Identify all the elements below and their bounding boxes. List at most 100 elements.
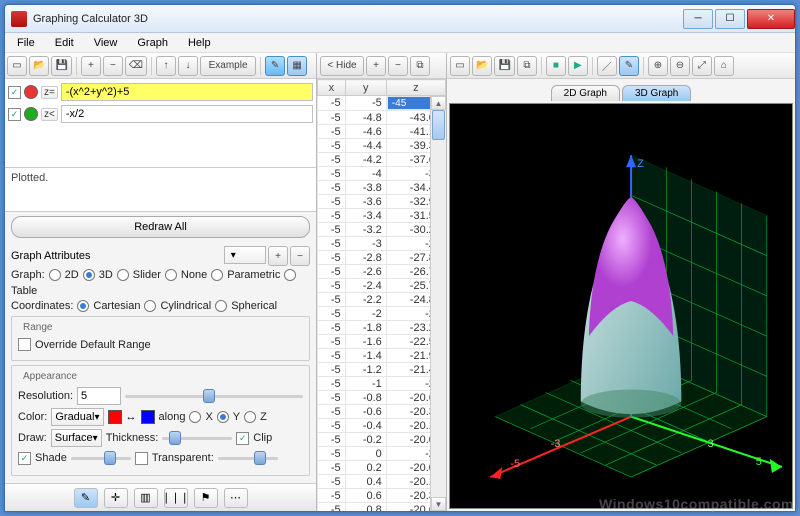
attrib-add-button[interactable]: + (268, 246, 288, 266)
minimize-button[interactable]: ─ (683, 9, 713, 29)
radio-along-y[interactable] (217, 411, 229, 423)
resolution-slider[interactable] (125, 388, 303, 404)
open-button[interactable]: 📂 (29, 56, 49, 76)
radio-none[interactable] (165, 269, 177, 281)
play-button[interactable]: ▶ (568, 56, 588, 76)
table-icon[interactable]: ▥ (134, 488, 158, 508)
radio-cartesian[interactable] (77, 300, 89, 312)
table-row[interactable]: -5-2.4-25.76 (318, 279, 446, 293)
save-plot-button[interactable]: 💾 (494, 56, 514, 76)
tab-2d-graph[interactable]: 2D Graph (551, 85, 620, 101)
clip-checkbox[interactable]: ✓ (236, 432, 249, 445)
crosshair-icon[interactable]: ✛ (104, 488, 128, 508)
radio-along-x[interactable] (189, 411, 201, 423)
up-button[interactable]: ↑ (156, 56, 176, 76)
zoom-in-icon[interactable]: ⊕ (648, 56, 668, 76)
menu-graph[interactable]: Graph (129, 35, 176, 51)
color-mode-select[interactable]: Gradual ▾ (51, 408, 103, 426)
table-row[interactable]: -50-20 (318, 447, 446, 461)
radio-along-z[interactable] (244, 411, 256, 423)
example-button[interactable]: Example (200, 56, 256, 76)
table-row[interactable]: -5-3.6-32.96 (318, 195, 446, 209)
color-from-chip[interactable] (108, 410, 122, 424)
data-table[interactable]: xyz-5-5-45-5-4.8-43.04-5-4.6-41.16-5-4.4… (317, 79, 446, 511)
table-row[interactable]: -50.6-20.36 (318, 489, 446, 503)
titlebar[interactable]: Graphing Calculator 3D ─ ☐ ✕ (5, 5, 795, 33)
mid-remove-button[interactable]: − (388, 56, 408, 76)
table-row[interactable]: -5-5-45 (318, 96, 446, 111)
transparent-checkbox[interactable] (135, 452, 148, 465)
table-row[interactable]: -50.8-20.64 (318, 503, 446, 512)
draw-mode-select[interactable]: Surface ▾ (51, 429, 102, 447)
menu-help[interactable]: Help (180, 35, 219, 51)
menu-file[interactable]: File (9, 35, 43, 51)
radio-2d[interactable] (49, 269, 61, 281)
color-to-chip[interactable] (141, 410, 155, 424)
radio-cylindrical[interactable] (144, 300, 156, 312)
table-row[interactable]: -50.2-20.04 (318, 461, 446, 475)
table-row[interactable]: -5-1.6-22.56 (318, 335, 446, 349)
open-plot-button[interactable]: 📂 (472, 56, 492, 76)
scroll-up-icon[interactable]: ▲ (431, 96, 446, 110)
grid-button[interactable]: ▦ (287, 56, 307, 76)
home-view-icon[interactable]: ⌂ (714, 56, 734, 76)
table-row[interactable]: -5-1.2-21.44 (318, 363, 446, 377)
menu-view[interactable]: View (86, 35, 126, 51)
table-row[interactable]: -5-0.4-20.16 (318, 419, 446, 433)
radio-slider[interactable] (117, 269, 129, 281)
thickness-slider[interactable] (162, 430, 232, 446)
line-tool-icon[interactable]: ／ (597, 56, 617, 76)
more-icon[interactable]: ⋯ (224, 488, 248, 508)
shade-checkbox[interactable]: ✓ (18, 452, 31, 465)
redraw-all-button[interactable]: Redraw All (11, 216, 310, 238)
transparent-slider[interactable] (218, 450, 278, 466)
new-doc-button[interactable]: ▭ (7, 56, 27, 76)
resolution-input[interactable] (77, 387, 121, 405)
draw-tool-icon[interactable]: ✎ (619, 56, 639, 76)
zoom-fit-icon[interactable]: ⤢ (692, 56, 712, 76)
scroll-thumb[interactable] (432, 110, 445, 140)
table-row[interactable]: -5-2.2-24.84 (318, 293, 446, 307)
eq-color-swatch[interactable] (24, 85, 38, 99)
menu-edit[interactable]: Edit (47, 35, 82, 51)
stop-button[interactable]: ■ (546, 56, 566, 76)
mid-copy-button[interactable]: ⧉ (410, 56, 430, 76)
eq-checkbox[interactable]: ✓ (8, 86, 21, 99)
wand-button[interactable]: ✎ (265, 56, 285, 76)
eq-type-label[interactable]: z< (41, 108, 58, 121)
add-button[interactable]: + (81, 56, 101, 76)
eq-type-label[interactable]: z= (41, 86, 58, 99)
col-header[interactable]: x (318, 80, 346, 96)
close-button[interactable]: ✕ (747, 9, 795, 29)
pencil-icon[interactable]: ✎ (74, 488, 98, 508)
bars-icon[interactable]: ❘❘❘ (164, 488, 188, 508)
table-row[interactable]: -5-1-21 (318, 377, 446, 391)
flag-icon[interactable]: ⚑ (194, 488, 218, 508)
table-row[interactable]: -5-2.6-26.76 (318, 265, 446, 279)
attrib-select[interactable]: ▾ (224, 246, 266, 264)
equation-input[interactable] (61, 83, 313, 101)
table-row[interactable]: -5-3-29 (318, 237, 446, 251)
table-row[interactable]: -5-4-36 (318, 167, 446, 181)
table-row[interactable]: -5-4.6-41.16 (318, 125, 446, 139)
zoom-out-icon[interactable]: ⊖ (670, 56, 690, 76)
mid-add-button[interactable]: + (366, 56, 386, 76)
copy-plot-button[interactable]: ⧉ (517, 56, 537, 76)
table-row[interactable]: -5-4.8-43.04 (318, 111, 446, 125)
radio-table[interactable] (284, 269, 296, 281)
table-row[interactable]: -5-3.2-30.24 (318, 223, 446, 237)
hide-button[interactable]: < Hide (320, 56, 364, 76)
shade-slider[interactable] (71, 450, 131, 466)
table-row[interactable]: -5-0.8-20.64 (318, 391, 446, 405)
scroll-down-icon[interactable]: ▼ (431, 497, 446, 511)
table-row[interactable]: -5-4.4-39.36 (318, 139, 446, 153)
maximize-button[interactable]: ☐ (715, 9, 745, 29)
table-row[interactable]: -5-1.8-23.24 (318, 321, 446, 335)
3d-viewport[interactable]: Z -5 -3 3 5 (449, 103, 793, 509)
table-row[interactable]: -5-4.2-37.64 (318, 153, 446, 167)
down-button[interactable]: ↓ (178, 56, 198, 76)
table-row[interactable]: -5-2-24 (318, 307, 446, 321)
save-button[interactable]: 💾 (51, 56, 71, 76)
col-header[interactable]: z (386, 80, 445, 96)
new-plot-button[interactable]: ▭ (450, 56, 470, 76)
